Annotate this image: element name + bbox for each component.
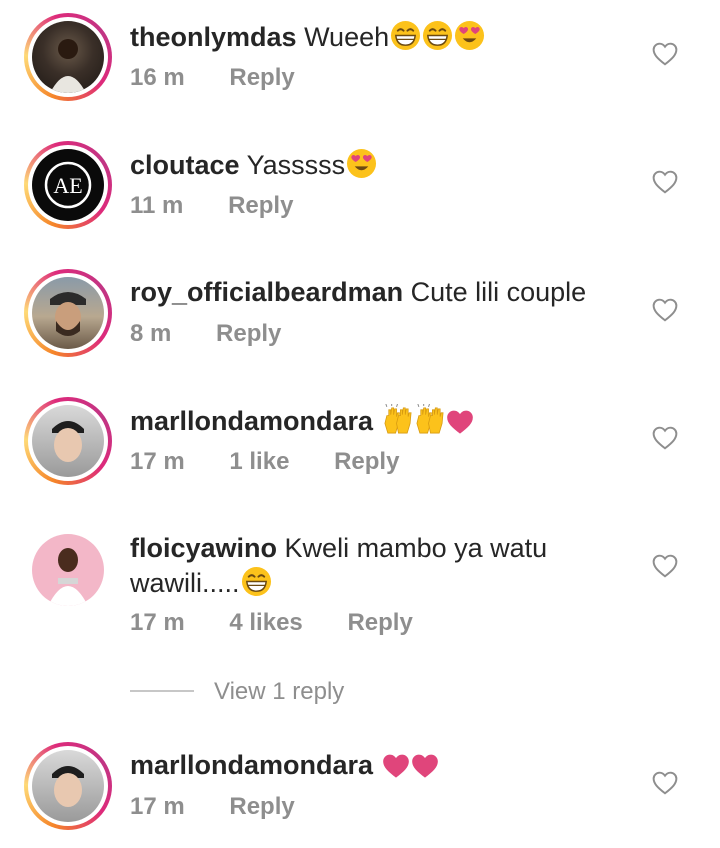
avatar[interactable] [24,526,112,614]
comment-meta: 17 m Reply [130,793,333,821]
grinning-emoji [390,20,421,51]
reply-button[interactable]: Reply [347,609,412,636]
like-heart-icon[interactable] [652,554,678,578]
comment-body: Yasssss [246,150,346,180]
comment-username[interactable]: marllondamondara [130,406,373,436]
comment-text: roy_officialbeardman Cute lili couple [130,276,590,308]
comment-text: cloutace Yasssss [130,148,590,181]
comment-username[interactable]: floicyawino [130,533,277,563]
comment-likes[interactable]: 1 like [229,448,289,475]
reply-button[interactable]: Reply [334,448,399,475]
reply-button[interactable]: Reply [228,192,293,219]
avatar[interactable] [24,269,112,357]
comment-time: 17 m [130,448,185,475]
like-heart-icon[interactable] [652,170,678,194]
reply-button[interactable]: Reply [216,320,281,347]
comment-meta: 8 m Reply [130,320,319,348]
comment-time: 11 m [130,192,184,219]
comment-meta: 17 m 1 like Reply [130,448,437,476]
like-heart-icon[interactable] [652,771,678,795]
comment-meta: 16 m Reply [130,64,333,92]
comment-body: wawili..... [130,568,240,598]
avatar[interactable] [24,397,112,485]
view-replies-divider [130,690,194,692]
like-heart-icon[interactable] [652,298,678,322]
avatar[interactable] [24,13,112,101]
avatar[interactable] [24,742,112,830]
avatar[interactable]: AE [24,141,112,229]
grinning-emoji [422,20,453,51]
comment-time: 17 m [130,609,185,636]
reply-button[interactable]: Reply [229,64,294,91]
comment-username[interactable]: marllondamondara [130,750,373,780]
comment-text-continued: wawili..... [130,566,590,599]
comment-username[interactable]: theonlymdas [130,22,297,52]
reply-button[interactable]: Reply [229,793,294,820]
comment-username[interactable]: roy_officialbeardman [130,277,403,307]
red-heart-icon [382,753,410,779]
comment-body: Cute lili couple [410,277,587,307]
comment-meta: 11 m Reply [130,192,331,220]
comment-meta: 17 m 4 likes Reply [130,609,451,637]
comment-text: marllondamondara [130,749,590,781]
comment-time: 16 m [130,64,185,91]
svg-text:AE: AE [53,173,82,198]
heart-eyes-emoji [454,20,485,51]
red-heart-icon [411,753,439,779]
raised-hands-emoji [414,404,445,435]
heart-eyes-emoji [346,148,377,179]
like-heart-icon[interactable] [652,42,678,66]
comment-text: floicyawino Kweli mambo ya watu [130,532,590,564]
raised-hands-emoji [382,404,413,435]
comment-likes[interactable]: 4 likes [229,609,302,636]
comment-time: 8 m [130,320,172,347]
comment-time: 17 m [130,793,185,820]
like-heart-icon[interactable] [652,426,678,450]
comment-body: Wueeh [304,22,390,52]
comment-text: marllondamondara [130,404,590,437]
comment-body: Kweli mambo ya watu [284,533,548,563]
view-replies-label[interactable]: View 1 reply [214,678,344,706]
comment-username[interactable]: cloutace [130,150,240,180]
red-heart-icon [446,409,474,435]
grinning-emoji [241,566,272,597]
comment-text: theonlymdas Wueeh [130,20,590,53]
